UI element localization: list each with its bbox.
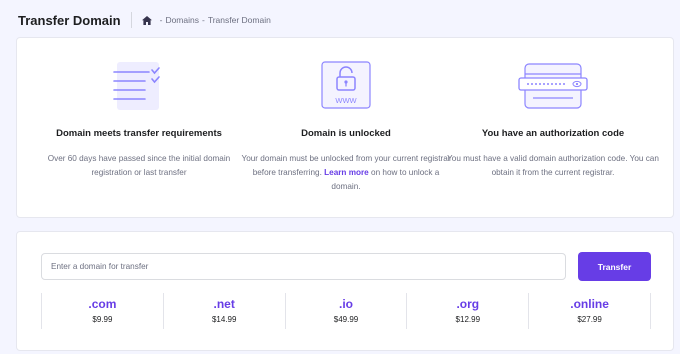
www-label: WWW — [335, 96, 357, 105]
requirement-title: Domain is unlocked — [301, 128, 391, 139]
requirement-description: Over 60 days have passed since the initi… — [47, 154, 231, 177]
header-divider — [130, 12, 132, 28]
lock-www-icon: WWW — [321, 61, 371, 109]
requirement-description: Your domain must be unlocked from your c… — [241, 154, 451, 191]
tld-price: $14.99 — [211, 315, 237, 324]
tld-extension: .net — [213, 297, 235, 311]
checklist-icon — [113, 62, 160, 110]
breadcrumb-item-transfer-domain: Transfer Domain — [207, 15, 271, 25]
page-header: Transfer Domain - Domains - Transfer Dom… — [18, 10, 271, 30]
tld-extension: .com — [88, 297, 117, 311]
tld-item-io[interactable]: .io $49.99 — [284, 293, 407, 329]
home-icon[interactable] — [141, 15, 152, 25]
tld-extension: .io — [338, 297, 353, 311]
requirements-card: Domain meets transfer requirements Over … — [16, 37, 674, 218]
tld-extension: .org — [456, 297, 480, 311]
page-title: Transfer Domain — [18, 12, 121, 28]
breadcrumb: - Domains - Transfer Domain — [141, 15, 271, 25]
tld-item-com[interactable]: .com $9.99 — [41, 293, 163, 329]
transfer-card: Transfer .com $9.99 .net $14.99 .io $49.… — [16, 231, 674, 351]
requirement-title: Domain meets transfer requirements — [56, 128, 222, 139]
tld-item-net[interactable]: .net $14.99 — [162, 293, 285, 329]
tld-extension: .online — [570, 297, 609, 311]
tld-price: $27.99 — [577, 315, 602, 324]
breadcrumb-separator: - — [159, 15, 163, 25]
tld-price: $9.99 — [92, 315, 113, 324]
requirement-title: You have an authorization code — [481, 128, 625, 139]
tld-price-list: .com $9.99 .net $14.99 .io $49.99 .org $… — [41, 293, 651, 329]
tld-item-online[interactable]: .online $27.99 — [528, 293, 651, 329]
breadcrumb-item-domains[interactable]: Domains — [165, 15, 199, 25]
tld-item-org[interactable]: .org $12.99 — [406, 293, 528, 329]
transfer-button[interactable]: Transfer — [578, 252, 651, 281]
tld-price: $49.99 — [333, 315, 359, 324]
requirement-description: You must have a valid domain authorizati… — [447, 154, 659, 177]
password-field-icon — [518, 63, 588, 109]
learn-more-link[interactable]: Learn more — [324, 168, 369, 177]
breadcrumb-separator: - — [201, 15, 205, 25]
tld-price: $12.99 — [455, 315, 481, 324]
domain-transfer-input[interactable] — [41, 253, 566, 280]
